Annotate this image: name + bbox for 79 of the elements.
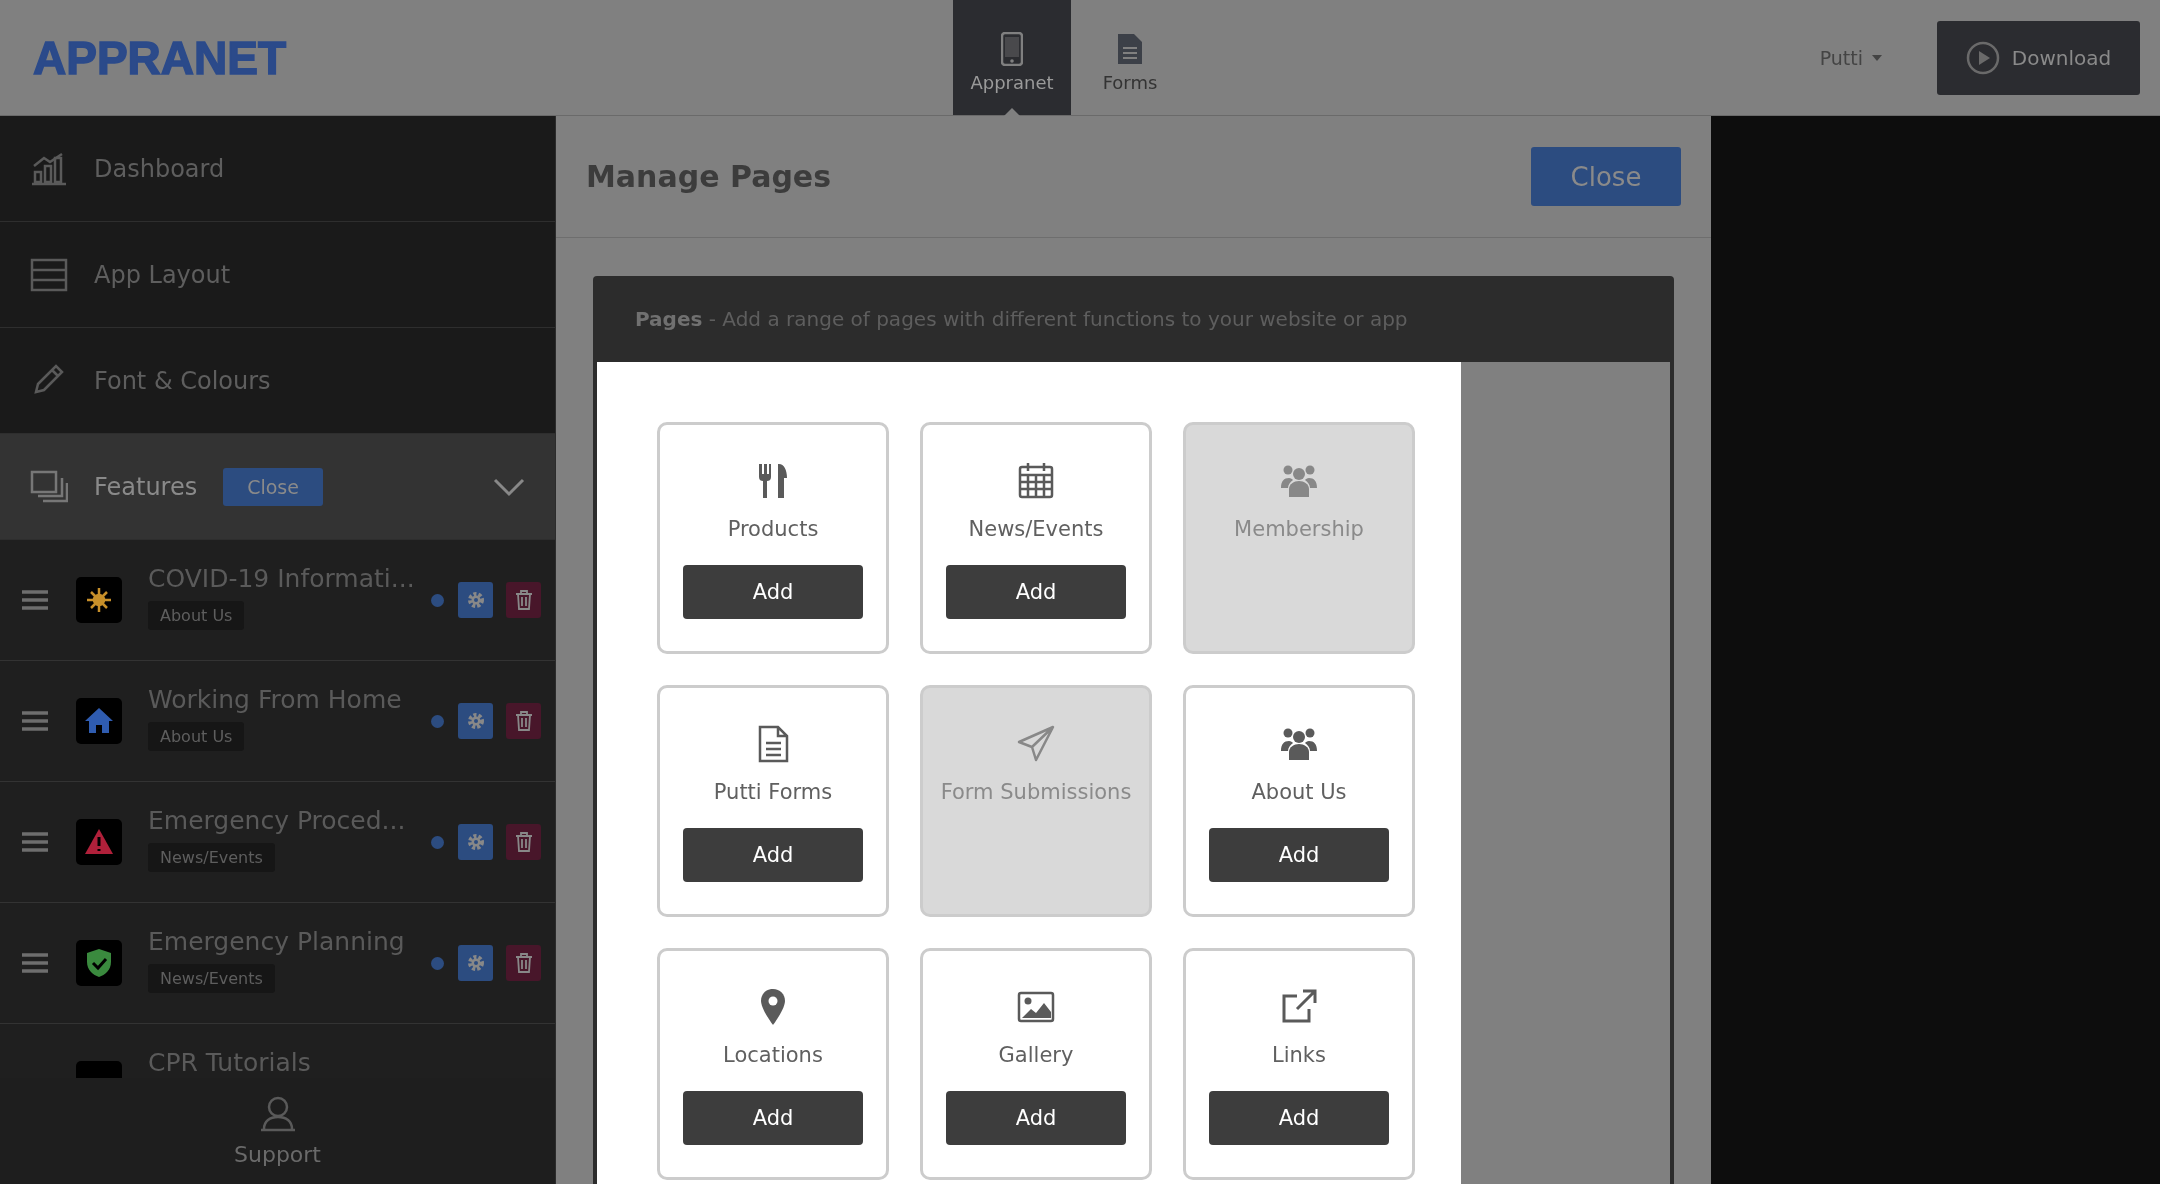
add-button[interactable]: Add bbox=[1209, 828, 1389, 882]
delete-button[interactable] bbox=[506, 824, 541, 860]
add-button[interactable]: Add bbox=[946, 565, 1126, 619]
delete-button[interactable] bbox=[506, 582, 541, 618]
page-type-label: About Us bbox=[1251, 780, 1347, 804]
stack-icon bbox=[30, 469, 68, 504]
drag-handle-icon[interactable] bbox=[22, 590, 48, 610]
paper-plane-icon bbox=[1016, 724, 1056, 764]
page-type-label: Putti Forms bbox=[713, 780, 833, 804]
caret-icon bbox=[1871, 53, 1883, 62]
nav-label: App Layout bbox=[94, 260, 231, 289]
panel-title: Manage Pages bbox=[586, 159, 832, 194]
add-button[interactable]: Add bbox=[683, 565, 863, 619]
house-icon bbox=[76, 698, 122, 744]
page-type-label: Products bbox=[727, 517, 819, 541]
gear-icon bbox=[465, 832, 486, 852]
feature-title: COVID-19 Informati... bbox=[148, 564, 415, 593]
settings-button[interactable] bbox=[458, 824, 493, 860]
add-button[interactable]: Add bbox=[683, 1091, 863, 1145]
nav-label: Dashboard bbox=[94, 154, 225, 183]
page-type-label: Form Submissions bbox=[940, 780, 1132, 804]
drag-handle-icon[interactable] bbox=[22, 711, 48, 731]
delete-button[interactable] bbox=[506, 945, 541, 981]
add-button[interactable]: Add bbox=[1209, 1091, 1389, 1145]
page-type-label: News/Events bbox=[968, 517, 1104, 541]
play-icon bbox=[1965, 40, 2000, 75]
drag-handle-icon[interactable] bbox=[22, 832, 48, 852]
nav-label: Features bbox=[94, 472, 198, 501]
feature-title: Emergency Planning bbox=[148, 927, 405, 956]
add-button[interactable]: Add bbox=[946, 1091, 1126, 1145]
warning-icon bbox=[76, 819, 122, 865]
status-dot-icon bbox=[431, 835, 444, 849]
user-menu[interactable]: Putti bbox=[1813, 45, 1889, 70]
sidebar-item[interactable]: Font & Colours bbox=[0, 328, 555, 434]
feature-title: CPR Tutorials bbox=[148, 1048, 311, 1077]
trash-icon bbox=[514, 953, 533, 973]
nav-tab[interactable]: Forms bbox=[1071, 0, 1189, 115]
feature-tag: News/Events bbox=[148, 964, 275, 993]
feature-tag: News/Events bbox=[148, 843, 275, 872]
calendar-icon bbox=[1016, 461, 1056, 501]
settings-button[interactable] bbox=[458, 582, 493, 618]
logo: APPRANET bbox=[33, 30, 288, 85]
drag-handle-icon[interactable] bbox=[22, 953, 48, 973]
page-type-label: Membership bbox=[1234, 517, 1364, 541]
document-icon bbox=[1116, 32, 1144, 66]
sidebar-item[interactable]: Features Close bbox=[0, 434, 555, 540]
trash-icon bbox=[514, 832, 533, 852]
settings-button[interactable] bbox=[458, 945, 493, 981]
feature-tag: About Us bbox=[148, 722, 245, 751]
phone-icon bbox=[1001, 32, 1023, 66]
feature-tag: About Us bbox=[148, 601, 245, 630]
status-dot-icon bbox=[431, 714, 444, 728]
page-type-label: Gallery bbox=[998, 1043, 1074, 1067]
gear-icon bbox=[465, 711, 486, 731]
trash-icon bbox=[514, 711, 533, 731]
add-button[interactable]: Add bbox=[683, 828, 863, 882]
status-dot-icon bbox=[431, 593, 444, 607]
status-dot-icon bbox=[431, 956, 444, 970]
shield-icon bbox=[76, 940, 122, 986]
sidebar-item[interactable]: App Layout bbox=[0, 222, 555, 328]
layout-icon bbox=[30, 257, 68, 292]
gear-icon bbox=[465, 590, 486, 610]
sidebar-item[interactable]: Dashboard bbox=[0, 116, 555, 222]
delete-button[interactable] bbox=[506, 703, 541, 739]
gear-icon bbox=[465, 953, 486, 973]
close-button[interactable]: Close bbox=[223, 467, 323, 506]
close-button[interactable]: Close bbox=[1531, 147, 1681, 206]
page-type-label: Locations bbox=[723, 1043, 823, 1067]
settings-button[interactable] bbox=[458, 703, 493, 739]
feature-title: Working From Home bbox=[148, 685, 402, 714]
download-button[interactable]: Download bbox=[1937, 20, 2140, 95]
virus-icon bbox=[76, 577, 122, 623]
page-type-label: Links bbox=[1272, 1043, 1326, 1067]
chevron-down-icon[interactable] bbox=[493, 476, 525, 497]
feature-title: Emergency Proced... bbox=[148, 806, 406, 835]
chart-icon bbox=[30, 151, 68, 186]
nav-tab[interactable]: Appranet bbox=[953, 0, 1071, 115]
trash-icon bbox=[514, 590, 533, 610]
nav-label: Font & Colours bbox=[94, 366, 271, 395]
